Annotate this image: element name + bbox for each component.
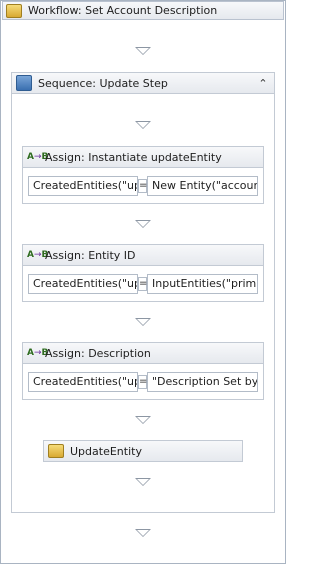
update-entity-activity[interactable]: UpdateEntity (43, 440, 243, 462)
drop-arrow-icon[interactable] (135, 47, 151, 55)
assign-ab-icon: A→B (27, 348, 49, 358)
drop-arrow-icon[interactable] (135, 220, 151, 228)
workflow-title: Workflow: Set Account Description (28, 4, 218, 17)
assign-value-field[interactable]: New Entity("accoun (147, 176, 258, 196)
assign-ab-icon: A→B (27, 250, 49, 260)
update-entity-label: UpdateEntity (70, 444, 142, 458)
assign-to-field[interactable]: CreatedEntities("up (28, 372, 138, 392)
assign-value-field[interactable]: InputEntities("prim (147, 274, 258, 294)
drop-arrow-icon[interactable] (135, 121, 151, 129)
drop-arrow-icon[interactable] (135, 416, 151, 424)
workflow-header[interactable]: Workflow: Set Account Description (2, 1, 284, 20)
equals-sign: = (138, 277, 148, 291)
assign-to-field[interactable]: CreatedEntities("up (28, 274, 138, 294)
sequence-header[interactable]: Sequence: Update Step ⌃ (12, 73, 274, 94)
assign-header: A→B Assign: Description (23, 343, 263, 364)
assign-header: A→B Assign: Entity ID (23, 245, 263, 266)
drop-arrow-icon[interactable] (135, 318, 151, 326)
drop-arrow-icon[interactable] (135, 529, 151, 537)
sequence-title: Sequence: Update Step (38, 76, 168, 90)
workflow-folder-icon (6, 3, 22, 18)
assign-title: Assign: Instantiate updateEntity (45, 150, 222, 164)
assign-title: Assign: Description (45, 346, 151, 360)
update-entity-icon (48, 444, 64, 458)
equals-sign: = (138, 375, 148, 389)
assign-header: A→B Assign: Instantiate updateEntity (23, 147, 263, 168)
assign-value-field[interactable]: "Description Set by (147, 372, 258, 392)
drop-arrow-icon[interactable] (135, 478, 151, 486)
assign-ab-icon: A→B (27, 152, 49, 162)
equals-sign: = (138, 179, 148, 193)
collapse-chevron-icon[interactable]: ⌃ (255, 77, 271, 90)
assign-title: Assign: Entity ID (45, 248, 136, 262)
sequence-icon (16, 75, 32, 91)
assign-to-field[interactable]: CreatedEntities("up (28, 176, 138, 196)
